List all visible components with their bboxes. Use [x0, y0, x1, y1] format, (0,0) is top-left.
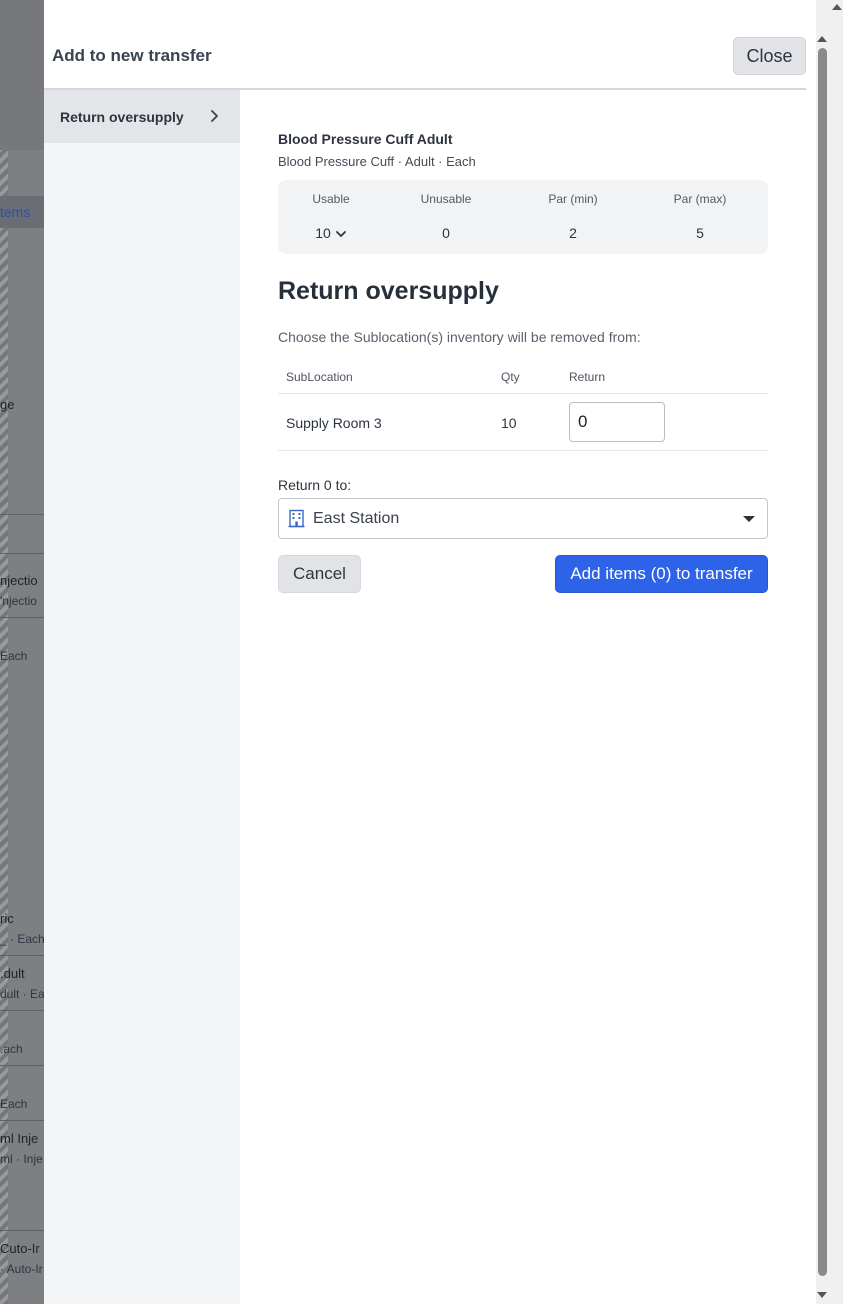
selected-station: East Station: [313, 510, 400, 527]
sublocation-instruction: Choose the Sublocation(s) inventory will…: [278, 329, 641, 345]
chevron-down-icon: [335, 231, 346, 238]
stat-label: Unusable: [420, 192, 472, 206]
stat-value: 5: [696, 225, 704, 241]
inventory-stats: Usable 10 Unusable 0 Par (min) 2 Par (ma…: [278, 180, 768, 254]
sublocation-qty: 10: [501, 415, 517, 431]
background-divider: [0, 955, 44, 956]
usable-dropdown[interactable]: 10: [271, 225, 391, 241]
scroll-up-arrow-icon[interactable]: [832, 4, 842, 10]
modal-title: Add to new transfer: [52, 46, 212, 65]
background-list-item-subtitle: Each: [0, 1097, 28, 1111]
background-divider: [0, 1120, 44, 1121]
close-button[interactable]: Close: [733, 37, 806, 75]
item-description: Blood Pressure Cuff · Adult · Each: [278, 154, 476, 169]
modal-scroll-up-arrow-icon[interactable]: [817, 36, 827, 42]
row-divider: [278, 450, 768, 451]
background-list-item-title: ric: [0, 911, 14, 926]
background-header-block: [0, 0, 44, 150]
stat-label: Par (max): [673, 192, 727, 206]
background-list-item-title: ml Inje: [0, 1131, 39, 1146]
stat-label: Par (min): [548, 192, 598, 206]
section-title: Return oversupply: [278, 277, 499, 305]
column-header-return: Return: [569, 370, 606, 384]
background-divider: [0, 514, 44, 515]
background-list-item-title: Cuto-Ir: [0, 1241, 40, 1256]
background-list-item-subtitle: _ · Each: [0, 932, 44, 946]
chevron-right-icon: [211, 110, 218, 122]
scrollbar-thumb[interactable]: [818, 48, 827, 1276]
background-list-item-subtitle: dult · Ea: [0, 987, 44, 1001]
background-app: tems ge njectio 'njectio Each ric _ · Ea…: [0, 0, 44, 1304]
background-list-item-subtitle: 'njectio: [0, 594, 37, 608]
background-list-item-subtitle: · Auto-Ir: [0, 1262, 43, 1276]
background-text-fragment: ge: [0, 397, 15, 412]
background-list-item-title: .dult: [0, 966, 25, 981]
return-to-label: Return 0 to:: [278, 477, 352, 493]
item-name: Blood Pressure Cuff Adult: [278, 131, 453, 147]
stat-label: Usable: [312, 192, 350, 206]
transfer-modal: Add to new transfer Close Return oversup…: [44, 0, 816, 1304]
stat-value: 2: [569, 225, 577, 241]
modal-sidebar: Return oversupply: [44, 90, 240, 1304]
cancel-button[interactable]: Cancel: [278, 555, 361, 593]
return-quantity-input[interactable]: [569, 402, 665, 442]
background-divider: [0, 553, 44, 554]
column-header-sublocation: SubLocation: [286, 370, 353, 384]
sublocation-name: Supply Room 3: [286, 415, 382, 431]
caret-down-icon: [743, 516, 755, 522]
column-header-qty: Qty: [501, 370, 520, 384]
background-divider: [0, 1065, 44, 1066]
background-tab-label: tems: [0, 204, 31, 220]
modal-header: Add to new transfer Close: [44, 0, 806, 90]
background-list-item-subtitle: Each: [0, 649, 28, 663]
sidebar-item-label: Return oversupply: [60, 108, 184, 125]
sidebar-item-return-oversupply[interactable]: Return oversupply: [44, 90, 240, 143]
header-divider: [278, 393, 768, 394]
building-icon: [288, 509, 305, 528]
background-divider: [0, 1010, 44, 1011]
add-items-to-transfer-button[interactable]: Add items (0) to transfer: [555, 555, 768, 593]
background-list-item-subtitle: ml · Inje: [0, 1152, 43, 1166]
background-list-item-subtitle: .ach: [0, 1042, 23, 1056]
destination-station-select[interactable]: East Station: [278, 498, 768, 539]
scroll-down-arrow-icon[interactable]: [817, 1292, 827, 1298]
stat-value: 0: [442, 225, 450, 241]
background-divider: [0, 1230, 44, 1231]
background-divider: [0, 617, 44, 618]
stat-value: 10: [315, 225, 331, 241]
background-list-item-title: njectio: [0, 573, 38, 588]
